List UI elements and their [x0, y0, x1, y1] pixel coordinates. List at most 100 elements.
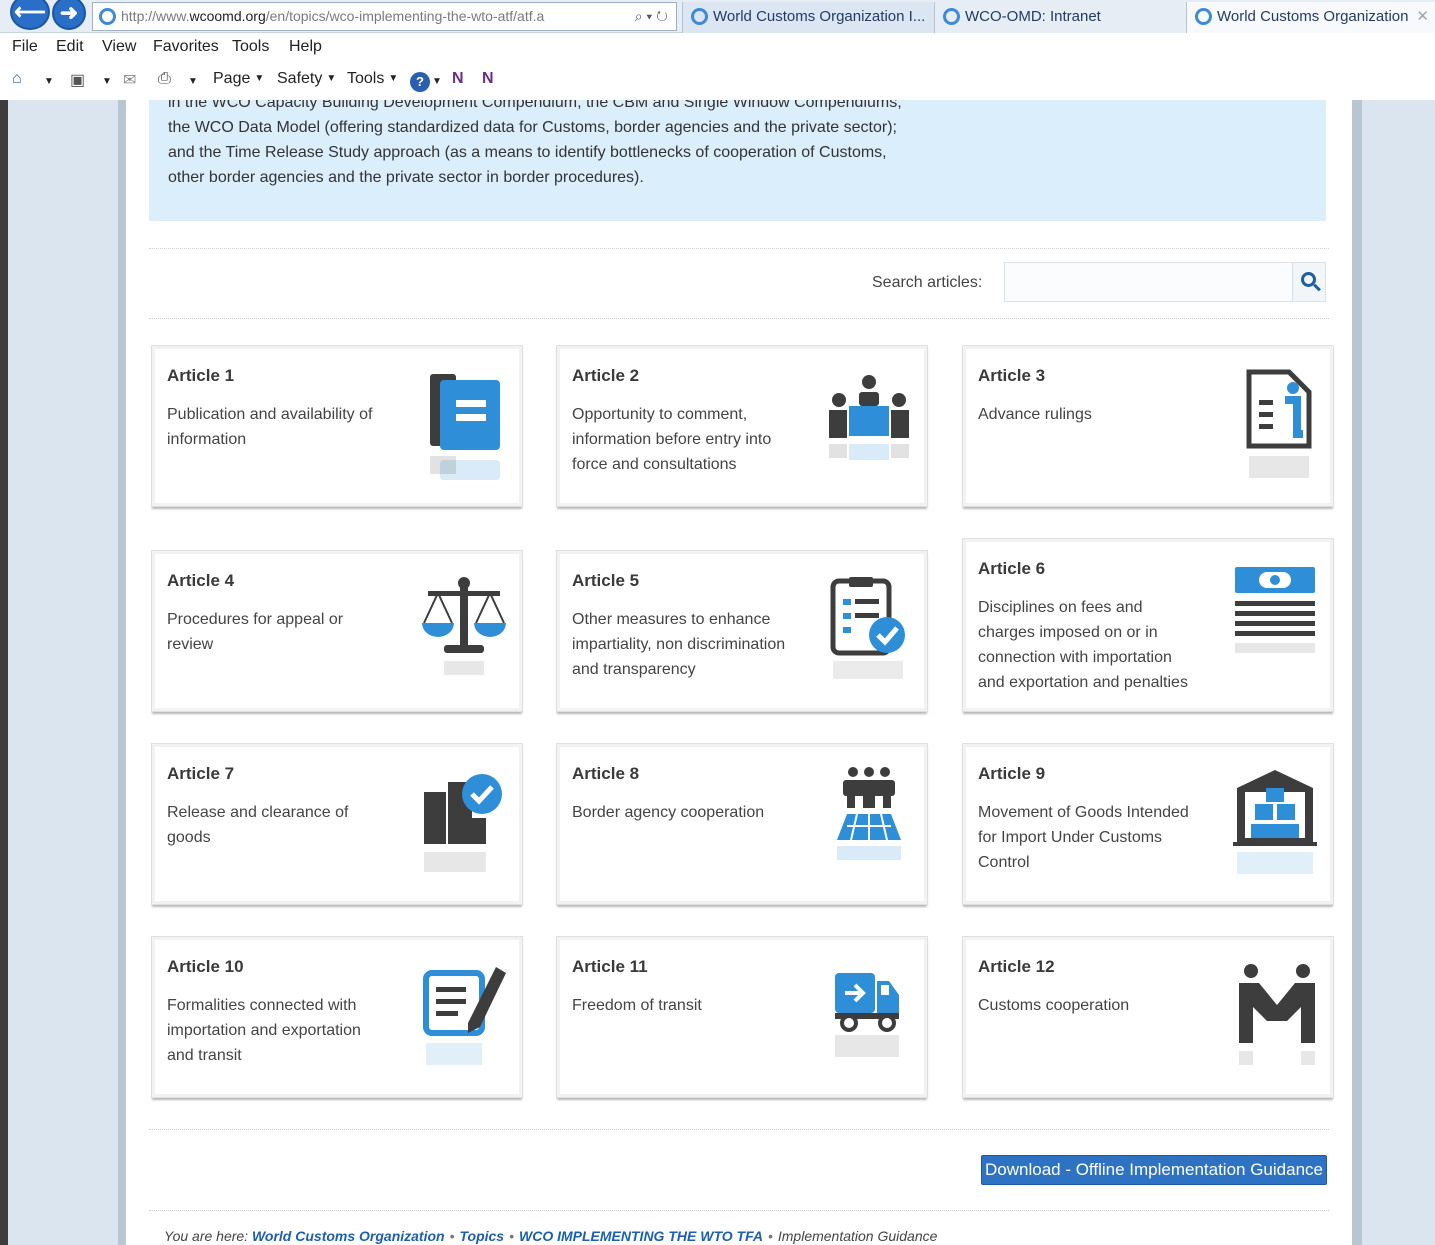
menu-view[interactable]: View: [102, 38, 136, 56]
page-menu[interactable]: Page ▼: [213, 70, 264, 88]
download-guidance-button[interactable]: Download - Offline Implementation Guidan…: [981, 1155, 1327, 1185]
article-description: Release and clearance of goods: [167, 804, 349, 846]
page-left-gutter: [8, 100, 118, 1245]
article-title: Article 4: [167, 571, 235, 590]
menu-tools[interactable]: Tools: [232, 38, 269, 56]
search-button[interactable]: [1292, 262, 1326, 302]
book-icon: [430, 374, 500, 480]
cleared-goods-icon: [424, 774, 502, 872]
page-right-border: [1352, 100, 1362, 1245]
article-description: Movement of Goods Intended for Import Un…: [978, 804, 1189, 871]
help-dropdown-icon[interactable]: ▼: [432, 76, 442, 87]
article-card-7[interactable]: Article 7 Release and clearance of goods: [151, 743, 523, 905]
chevron-down-icon: ▼: [254, 73, 265, 84]
tools-menu[interactable]: Tools ▼: [347, 70, 398, 88]
article-title: Article 9: [978, 764, 1046, 783]
intro-line: the WCO Data Model (offering standardize…: [168, 119, 897, 136]
article-description: Formalities connected with importation a…: [167, 997, 361, 1064]
menu-bar: File Edit View Favorites Tools Help: [0, 33, 1435, 63]
intro-line: and the Time Release Study approach (as …: [168, 144, 887, 161]
article-card-4[interactable]: Article 4 Procedures for appeal or revie…: [151, 550, 523, 712]
form-pen-icon: [423, 967, 506, 1065]
article-title: Article 12: [978, 957, 1055, 976]
article-card-10[interactable]: Article 10 Formalities connected with im…: [151, 936, 523, 1098]
handshake-people-icon: [1239, 964, 1315, 1065]
ie-tab-icon: [943, 8, 960, 25]
article-description: Freedom of transit: [572, 997, 702, 1014]
article-title: Article 11: [572, 957, 648, 976]
safety-menu[interactable]: Safety ▼: [277, 70, 336, 88]
breadcrumb-separator: •: [449, 1228, 455, 1244]
divider: [149, 1210, 1329, 1211]
safety-menu-label: Safety: [277, 70, 323, 87]
onenote-linked-icon[interactable]: N: [482, 70, 494, 88]
print-icon[interactable]: ⎙: [158, 70, 171, 88]
search-input[interactable]: [1004, 262, 1294, 302]
agency-group-icon: [837, 767, 901, 860]
breadcrumb-link-home[interactable]: World Customs Organization: [252, 1228, 445, 1244]
address-bar-row: ⟵ ➜ http://www.wcoomd.org/en/topics/wco-…: [0, 0, 1435, 33]
menu-help[interactable]: Help: [289, 38, 322, 56]
back-button[interactable]: ⟵: [10, 0, 50, 30]
article-description: Border agency cooperation: [572, 804, 765, 821]
search-label: Search articles:: [872, 274, 983, 291]
url-path: /en/topics/wco-implementing-the-wto-atf/…: [265, 8, 545, 24]
tab-world-customs-1[interactable]: World Customs Organization I...: [682, 2, 934, 33]
article-description: Publication and availability of informat…: [167, 406, 373, 448]
article-card-1[interactable]: Article 1 Publication and availability o…: [151, 345, 523, 507]
article-card-12[interactable]: Article 12 Customs cooperation: [962, 936, 1334, 1098]
home-dropdown-icon[interactable]: ▼: [44, 76, 54, 87]
command-bar: ⌂ ▼ ▣ ▼ ✉ ⎙ ▼ Page ▼ Safety ▼ Tools ▼ ? ▼ N…: [0, 63, 1435, 100]
url-prefix: http://www.: [121, 8, 190, 24]
close-tab-icon[interactable]: ✕: [1416, 2, 1429, 31]
article-card-11[interactable]: Article 11 Freedom of transit: [556, 936, 928, 1098]
truck-icon: [835, 973, 899, 1057]
home-icon[interactable]: ⌂: [12, 70, 22, 88]
checklist-icon: [830, 577, 905, 679]
tab-world-customs-2[interactable]: World Customs Organization ✕: [1186, 2, 1435, 33]
article-description: Procedures for appeal or review: [167, 611, 344, 653]
print-dropdown-icon[interactable]: ▼: [188, 76, 198, 87]
ie-page-icon: [99, 8, 116, 25]
breadcrumb-prefix: You are here:: [164, 1228, 249, 1244]
feeds-dropdown-icon[interactable]: ▼: [102, 76, 112, 87]
search-refresh-icons[interactable]: ⌕ ▾ ↻: [635, 3, 668, 30]
article-description: Disciplines on fees and charges imposed …: [978, 599, 1188, 691]
mail-icon[interactable]: ✉: [123, 70, 136, 90]
article-card-9[interactable]: Article 9 Movement of Goods Intended for…: [962, 743, 1334, 905]
breadcrumb-current: Implementation Guidance: [777, 1228, 938, 1244]
breadcrumb-link-topics[interactable]: Topics: [460, 1228, 505, 1244]
article-card-2[interactable]: Article 2 Opportunity to comment, inform…: [556, 345, 928, 507]
feeds-icon[interactable]: ▣: [70, 70, 85, 90]
meeting-icon: [829, 375, 909, 460]
warehouse-icon: [1233, 770, 1317, 874]
article-description: Customs cooperation: [978, 997, 1130, 1014]
intro-line: other border agencies and the private se…: [168, 169, 644, 186]
divider: [149, 1129, 1329, 1130]
breadcrumb-link-tfa[interactable]: WCO IMPLEMENTING THE WTO TFA: [519, 1228, 763, 1244]
article-description: Advance rulings: [978, 406, 1092, 423]
article-card-6[interactable]: Article 6 Disciplines on fees and charge…: [962, 538, 1334, 712]
article-card-3[interactable]: Article 3 Advance rulings: [962, 345, 1334, 507]
main-content: in the WCO Capacity Building Development…: [126, 90, 1352, 1245]
article-description: Other measures to enhance impartiality, …: [572, 611, 786, 678]
breadcrumb: You are here: World Customs Organization…: [164, 1228, 937, 1244]
article-card-5[interactable]: Article 5 Other measures to enhance impa…: [556, 550, 928, 712]
article-card-8[interactable]: Article 8 Border agency cooperation: [556, 743, 928, 905]
window-left-edge: [0, 100, 8, 1245]
forward-button[interactable]: ➜: [52, 0, 86, 30]
menu-file[interactable]: File: [12, 38, 38, 56]
banknote-icon: [1235, 567, 1315, 653]
ie-tab-icon: [1195, 8, 1212, 25]
address-bar[interactable]: http://www.wcoomd.org/en/topics/wco-impl…: [92, 2, 677, 31]
browser-chrome: ⟵ ➜ http://www.wcoomd.org/en/topics/wco-…: [0, 0, 1435, 100]
ie-tab-icon: [691, 8, 708, 25]
menu-favorites[interactable]: Favorites: [153, 38, 219, 56]
onenote-icon[interactable]: N: [452, 70, 464, 88]
tab-intranet[interactable]: WCO-OMD: Intranet: [934, 2, 1186, 33]
tab-label: World Customs Organization: [1217, 8, 1409, 25]
intro-panel: in the WCO Capacity Building Development…: [149, 90, 1326, 221]
menu-edit[interactable]: Edit: [56, 38, 84, 56]
help-icon[interactable]: ?: [410, 72, 430, 92]
breadcrumb-separator: •: [767, 1228, 773, 1244]
